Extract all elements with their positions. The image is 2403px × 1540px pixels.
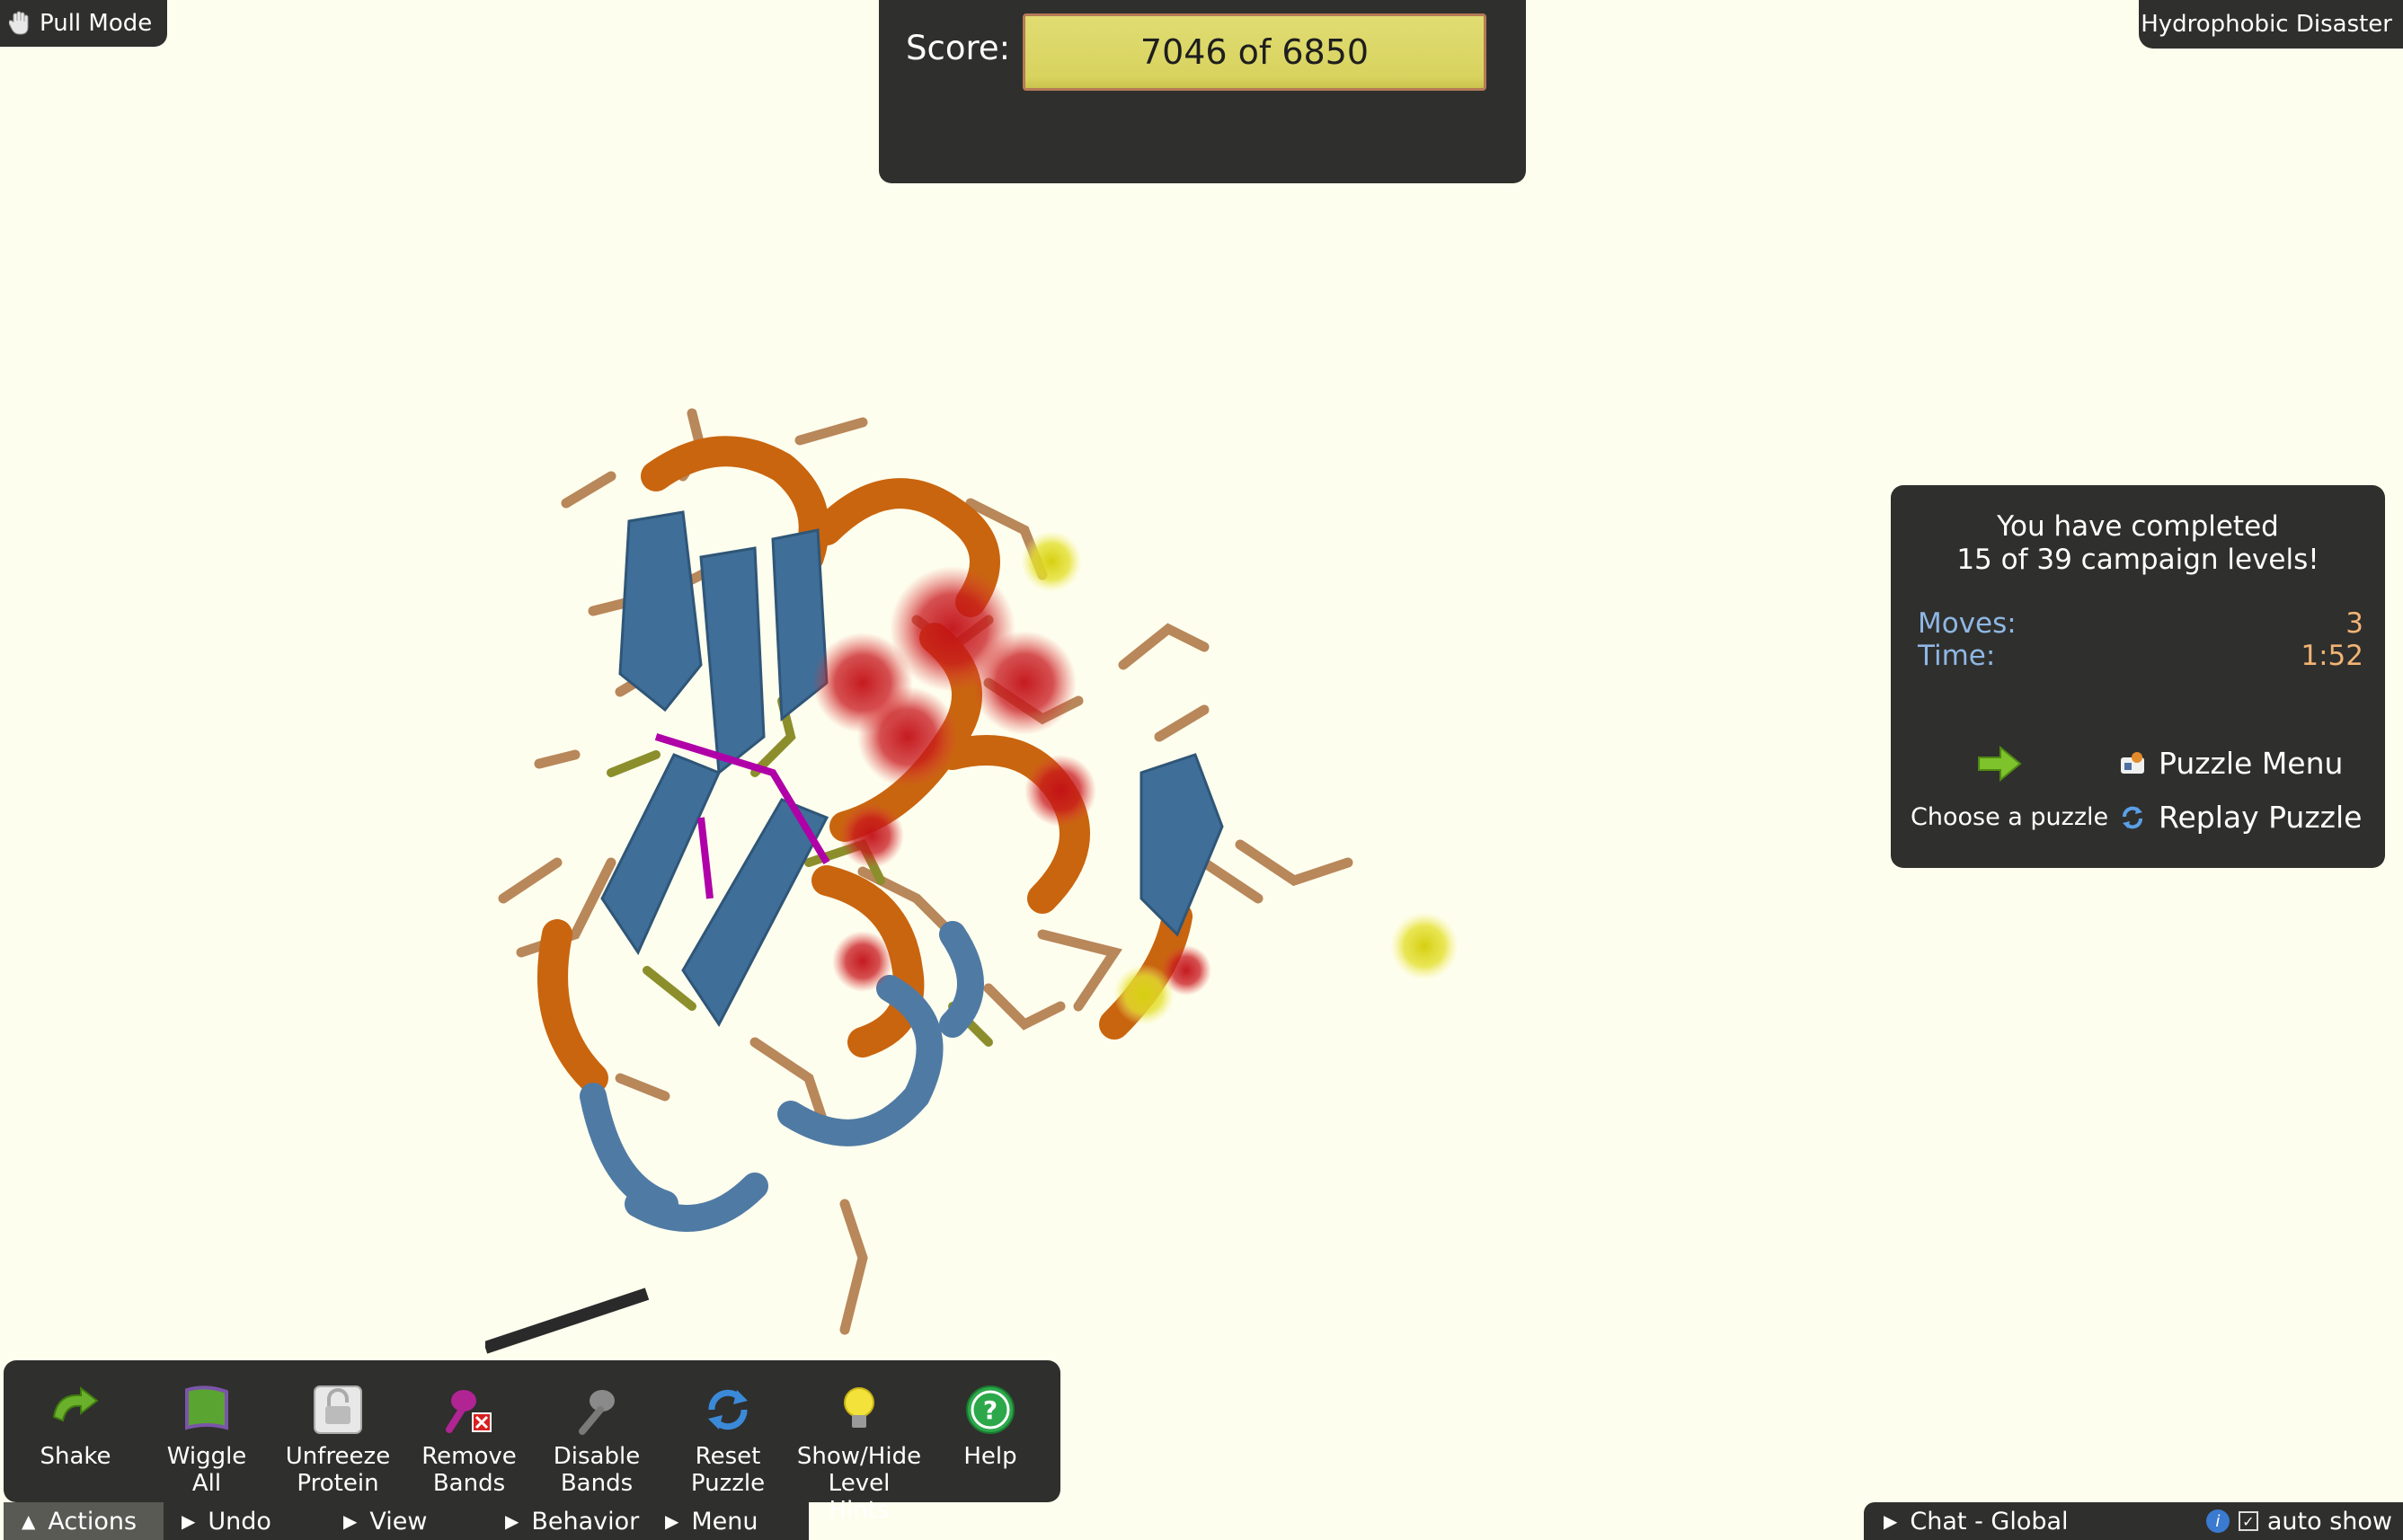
time-label: Time: — [1918, 640, 1996, 672]
expand-arrow-icon: ▶ — [1884, 1510, 1898, 1532]
reset-label-1: Reset — [695, 1443, 761, 1470]
moves-row: Moves: 3 — [1918, 607, 2363, 640]
choose-puzzle-link[interactable]: Choose a puzzle — [1911, 803, 2108, 831]
puzzle-menu-label: Puzzle Menu — [2159, 746, 2344, 781]
chat-bar[interactable]: ▶ Chat - Global i ✓ auto show — [1864, 1502, 2403, 1540]
unfreeze-protein-button[interactable]: Unfreeze Protein — [275, 1380, 401, 1497]
unfreeze-label-2: Protein — [297, 1470, 379, 1497]
time-value: 1:52 — [2301, 640, 2363, 672]
time-row: Time: 1:52 — [1918, 640, 2363, 672]
hints-label-2: Level Hints — [828, 1470, 891, 1524]
info-icon[interactable]: i — [2205, 1509, 2230, 1533]
replay-puzzle-button[interactable]: Replay Puzzle — [2119, 800, 2362, 835]
shake-button[interactable]: Shake — [13, 1380, 138, 1470]
help-label: Help — [963, 1443, 1017, 1470]
completion-line-2: 15 of 39 campaign levels! — [1956, 544, 2319, 576]
wiggle-all-button[interactable]: Wiggle All — [144, 1380, 270, 1497]
remove-bands-label-2: Bands — [432, 1470, 506, 1497]
reset-icon — [708, 1389, 748, 1430]
lightbulb-icon — [844, 1387, 874, 1428]
chat-label: Chat - Global — [1910, 1507, 2069, 1536]
puzzle-title: Hydrophobic Disaster — [2141, 11, 2392, 38]
pull-mode-tag[interactable]: Pull Mode — [0, 0, 167, 47]
puzzle-name-tag: Hydrophobic Disaster — [2139, 0, 2403, 49]
score-value: 7046 of 6850 — [1139, 32, 1370, 72]
tab-behavior-label: Behavior — [531, 1507, 640, 1536]
tab-bar: ▲ Actions ▶ Undo ▶ View ▶ Behavior ▶ Men… — [4, 1502, 809, 1540]
tab-undo[interactable]: ▶ Undo — [164, 1502, 325, 1540]
moves-value: 3 — [2345, 607, 2363, 640]
auto-show-label: auto show — [2266, 1507, 2392, 1536]
reset-label-2: Puzzle — [690, 1470, 766, 1497]
collapse-arrow-icon: ▲ — [22, 1510, 36, 1532]
unfreeze-label-1: Unfreeze — [285, 1443, 391, 1470]
tab-behavior[interactable]: ▶ Behavior — [487, 1502, 647, 1540]
completion-message: You have completed 15 of 39 campaign lev… — [1891, 510, 2385, 577]
puzzle-menu-icon — [2121, 751, 2144, 774]
disable-band-icon — [579, 1390, 615, 1435]
wiggle-label-2: All — [191, 1470, 222, 1497]
moves-label: Moves: — [1918, 607, 2017, 640]
next-arrow-icon[interactable] — [1977, 746, 2022, 782]
tab-view-label: View — [369, 1507, 428, 1536]
expand-arrow-icon: ▶ — [343, 1510, 358, 1532]
tab-menu-label: Menu — [691, 1507, 758, 1536]
expand-arrow-icon: ▶ — [665, 1510, 679, 1532]
svg-text:?: ? — [983, 1395, 998, 1425]
actions-toolbar: Shake Wiggle All Unfreeze Protein Remove… — [4, 1360, 1060, 1524]
remove-bands-button[interactable]: Remove Bands — [406, 1380, 532, 1497]
tab-undo-label: Undo — [208, 1507, 271, 1536]
auto-show-checkbox[interactable]: ✓ — [2238, 1511, 2258, 1531]
wiggle-flag-icon — [185, 1385, 228, 1430]
help-button[interactable]: ? Help — [927, 1380, 1053, 1470]
replay-icon — [2123, 806, 2142, 828]
disable-bands-label-2: Bands — [560, 1470, 634, 1497]
tab-actions[interactable]: ▲ Actions — [4, 1502, 164, 1540]
chain-tail — [485, 1288, 650, 1354]
lock-icon — [314, 1385, 362, 1434]
score-label: Score: — [906, 29, 1011, 67]
replay-label: Replay Puzzle — [2159, 800, 2363, 835]
remove-bands-label-1: Remove — [421, 1443, 517, 1470]
disable-bands-label-1: Disable — [553, 1443, 641, 1470]
show-hide-hints-button[interactable]: Show/Hide Level Hints — [796, 1380, 922, 1524]
expand-arrow-icon: ▶ — [182, 1510, 196, 1532]
hints-label-1: Show/Hide — [796, 1443, 922, 1470]
hand-icon — [9, 11, 29, 35]
protein-viewport[interactable] — [485, 395, 1492, 1384]
tab-view[interactable]: ▶ View — [325, 1502, 487, 1540]
puzzle-menu-button[interactable]: Puzzle Menu — [2119, 746, 2343, 781]
completion-line-1: You have completed — [1997, 510, 2279, 543]
mode-label: Pull Mode — [40, 10, 153, 37]
expand-arrow-icon: ▶ — [505, 1510, 519, 1532]
help-icon: ? — [966, 1385, 1015, 1434]
remove-band-icon — [446, 1390, 492, 1433]
completion-panel: You have completed 15 of 39 campaign lev… — [1891, 485, 2385, 868]
tab-actions-label: Actions — [48, 1507, 137, 1536]
tab-menu[interactable]: ▶ Menu — [647, 1502, 809, 1540]
reset-puzzle-button[interactable]: Reset Puzzle — [665, 1380, 791, 1497]
shake-arrow-icon — [52, 1385, 99, 1422]
disable-bands-button[interactable]: Disable Bands — [534, 1380, 660, 1497]
shake-label: Shake — [40, 1443, 111, 1470]
score-display: 7046 of 6850 — [1023, 13, 1486, 91]
wiggle-label-1: Wiggle — [166, 1443, 247, 1470]
score-panel: Score: 7046 of 6850 — [879, 0, 1526, 183]
